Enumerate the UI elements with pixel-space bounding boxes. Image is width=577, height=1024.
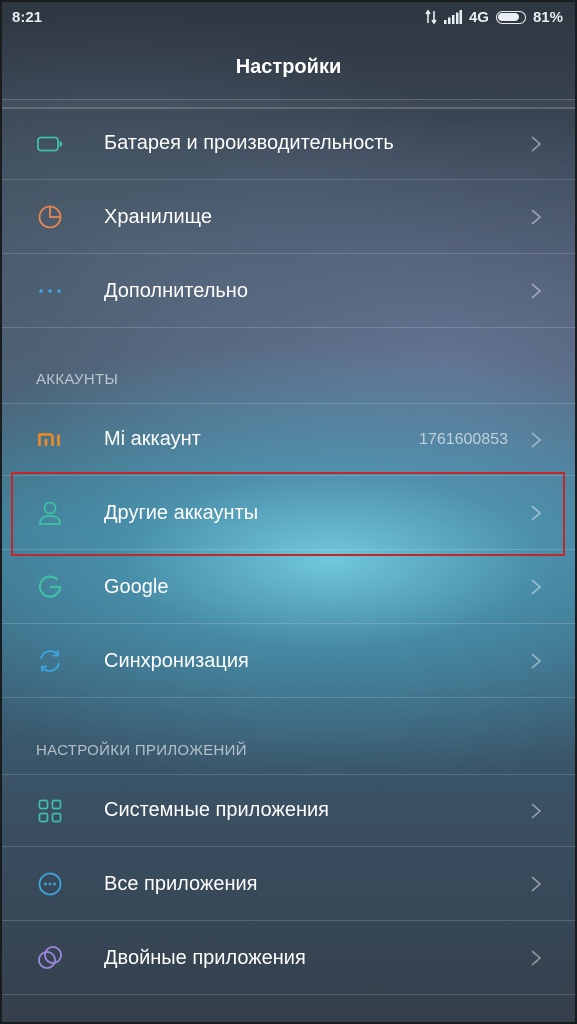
chevron-right-icon xyxy=(531,135,542,152)
chevron-right-icon xyxy=(531,283,542,299)
settings-item-label: Дополнительно xyxy=(104,279,248,302)
settings-item-label: Синхронизация xyxy=(104,649,249,672)
battery-icon xyxy=(495,10,526,24)
mi-logo-icon xyxy=(36,426,64,454)
chevron-right-icon xyxy=(531,653,542,669)
section-header-accounts: АККАУНТЫ xyxy=(36,371,119,388)
settings-item-dual-apps[interactable]: Двойные приложения xyxy=(0,922,577,995)
settings-item-all-apps[interactable]: Все приложения xyxy=(0,848,577,921)
settings-item-sync[interactable]: Синхронизация xyxy=(0,625,577,698)
settings-item-google[interactable]: Google xyxy=(0,551,577,624)
network-type: 4G xyxy=(468,8,489,26)
section-header-app-settings: НАСТРОЙКИ ПРИЛОЖЕНИЙ xyxy=(36,742,247,759)
status-icons: 4G 81% xyxy=(425,9,563,26)
settings-item-system-apps[interactable]: Системные приложения xyxy=(0,774,577,847)
settings-screen: 8:21 4G 81% Настройки Батарея и производ… xyxy=(0,0,577,1024)
settings-item-other-accounts[interactable]: Другие аккаунты xyxy=(0,477,577,550)
mi-account-id: 1761600853 xyxy=(419,430,508,448)
battery-percent: 81% xyxy=(532,8,563,26)
settings-item-label: Двойные приложения xyxy=(104,946,306,969)
chevron-right-icon xyxy=(531,950,542,966)
settings-item-label: Все приложения xyxy=(104,872,258,895)
signal-icon xyxy=(443,10,462,24)
google-icon xyxy=(36,573,64,601)
battery-icon xyxy=(36,130,64,158)
settings-item-label: Системные приложения xyxy=(104,799,329,821)
data-transfer-icon xyxy=(425,9,437,25)
settings-item-mi-account[interactable]: Mi аккаунт 1761600853 xyxy=(0,403,577,476)
more-dots-icon xyxy=(36,277,64,305)
settings-item-label: Батарея и производительность xyxy=(104,132,394,154)
app-grid-icon xyxy=(36,797,64,825)
battery-level xyxy=(498,13,519,21)
chevron-right-icon xyxy=(531,209,542,225)
settings-item-storage[interactable]: Хранилище xyxy=(0,181,577,254)
chevron-right-icon xyxy=(531,579,542,595)
settings-item-label: Mi аккаунт xyxy=(104,428,201,450)
chevron-right-icon xyxy=(531,802,542,819)
sync-icon xyxy=(36,647,64,675)
chevron-right-icon xyxy=(531,876,542,892)
chevron-right-icon xyxy=(531,431,542,448)
settings-item-battery[interactable]: Батарея и производительность xyxy=(0,107,577,180)
page-title: Настройки xyxy=(235,55,342,78)
dual-apps-icon xyxy=(36,944,64,972)
person-icon xyxy=(36,499,64,527)
status-bar: 8:21 4G 81% xyxy=(0,0,577,34)
all-apps-icon xyxy=(36,870,64,898)
settings-item-additional[interactable]: Дополнительно xyxy=(0,255,577,328)
pie-chart-icon xyxy=(36,203,64,231)
chevron-right-icon xyxy=(531,505,542,521)
settings-item-label: Хранилище xyxy=(104,205,212,228)
settings-item-label: Другие аккаунты xyxy=(104,501,259,524)
settings-item-label: Google xyxy=(104,575,169,598)
status-time: 8:21 xyxy=(12,8,43,26)
